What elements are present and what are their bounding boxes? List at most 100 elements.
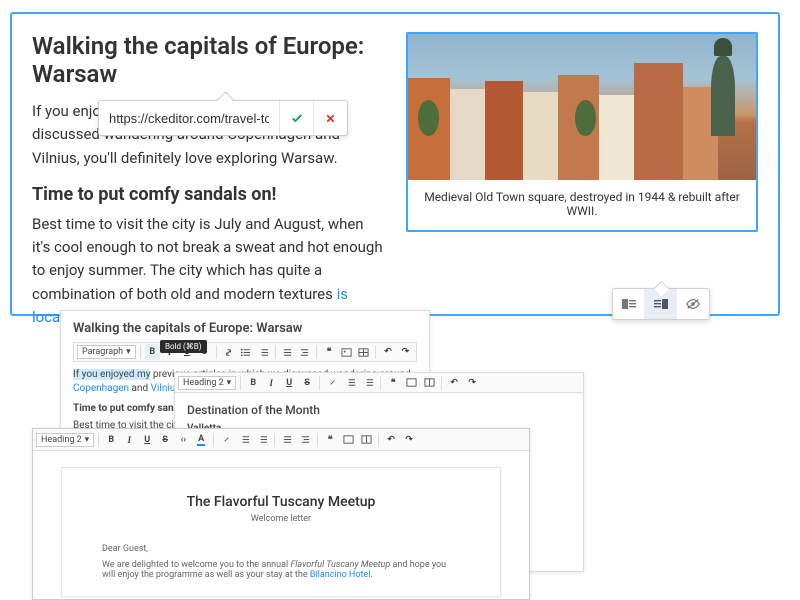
- align-right-icon: [653, 297, 669, 311]
- bold-button[interactable]: B: [103, 432, 119, 448]
- link-icon: [327, 377, 338, 388]
- indent-icon: [300, 434, 311, 445]
- link-balloon: [98, 100, 348, 136]
- image-icon: [343, 434, 354, 445]
- tuscany-title: The Flavorful Tuscany Meetup: [102, 494, 460, 510]
- table-button[interactable]: [358, 432, 374, 448]
- valletta-title: Destination of the Month: [187, 403, 571, 417]
- outdent-button[interactable]: [279, 432, 295, 448]
- image-toolbar: [612, 288, 710, 320]
- table-button[interactable]: [421, 375, 437, 391]
- bilancino-link[interactable]: Bilancino Hotel: [310, 570, 371, 580]
- link-accept-button[interactable]: [279, 101, 313, 135]
- link-url-input[interactable]: [99, 105, 279, 132]
- outdent-icon: [282, 434, 293, 445]
- link-button[interactable]: [324, 375, 340, 391]
- heading-label: Heading 2: [41, 435, 82, 445]
- outdent-button[interactable]: [280, 344, 295, 360]
- outdent-icon: [282, 347, 293, 358]
- image-align-right-button[interactable]: [645, 289, 677, 319]
- link-icon: [223, 347, 234, 358]
- quote-button[interactable]: ❝: [321, 344, 336, 360]
- txt: We are delighted to welcome you to the a…: [102, 560, 290, 570]
- eye-off-icon: [685, 297, 701, 311]
- code-button[interactable]: ‹›: [175, 432, 191, 448]
- tuscany-em: Flavorful Tuscany Meetup: [290, 560, 390, 570]
- chevron-down-icon: ▾: [85, 435, 90, 445]
- undo-button[interactable]: ↶: [383, 432, 399, 448]
- bullet-list-button[interactable]: [238, 344, 253, 360]
- heading-dropdown[interactable]: Paragraph▾: [77, 345, 136, 359]
- numbered-list-button[interactable]: [360, 375, 376, 391]
- image-button[interactable]: [403, 375, 419, 391]
- redo-button[interactable]: ↷: [401, 432, 417, 448]
- bold-button[interactable]: B: [145, 344, 160, 360]
- undo-button[interactable]: ↶: [380, 344, 395, 360]
- close-icon: [324, 112, 337, 125]
- numbered-list-icon: [257, 434, 268, 445]
- heading-dropdown[interactable]: Heading 2▾: [36, 433, 94, 447]
- link-copenhagen[interactable]: Copenhagen: [73, 383, 129, 394]
- bullet-list-icon: [239, 434, 250, 445]
- table-icon: [358, 347, 369, 358]
- link-cancel-button[interactable]: [313, 101, 347, 135]
- indent-button[interactable]: [297, 432, 313, 448]
- image-align-left-button[interactable]: [613, 289, 645, 319]
- underline-button[interactable]: U: [139, 432, 155, 448]
- quote-button[interactable]: ❝: [385, 375, 401, 391]
- figure-caption[interactable]: Medieval Old Town square, destroyed in 1…: [408, 180, 756, 230]
- image-button[interactable]: [339, 344, 354, 360]
- link-icon: [221, 434, 232, 445]
- editor-tuscany: Heading 2▾ B I U S ‹› A ❝ ↶ ↷ The Flavor…: [32, 428, 530, 600]
- image-alt-text-button[interactable]: [677, 289, 709, 319]
- font-color-button[interactable]: A: [193, 432, 209, 448]
- quote-button[interactable]: ❝: [322, 432, 338, 448]
- tuscany-subtitle: Welcome letter: [102, 514, 460, 524]
- undo-button[interactable]: ↶: [446, 375, 462, 391]
- tuscany-document[interactable]: The Flavorful Tuscany Meetup Welcome let…: [61, 467, 501, 597]
- table-button[interactable]: [356, 344, 371, 360]
- strike-button[interactable]: S: [299, 375, 315, 391]
- heading-label: Heading 2: [183, 378, 224, 388]
- redo-button[interactable]: ↷: [464, 375, 480, 391]
- txt: .: [370, 570, 372, 580]
- link-button[interactable]: [218, 432, 234, 448]
- numbered-list-button[interactable]: [256, 344, 271, 360]
- indent-button[interactable]: [297, 344, 312, 360]
- toolbar-warsaw: Paragraph▾ B I U S ❝ ↶ ↷: [73, 342, 417, 362]
- strike-button[interactable]: S: [157, 432, 173, 448]
- highlight-text: If you enjoyed my: [73, 369, 150, 380]
- numbered-list-button[interactable]: [254, 432, 270, 448]
- link-button[interactable]: [221, 344, 236, 360]
- tuscany-para: We are delighted to welcome you to the a…: [102, 560, 460, 580]
- numbered-list-icon: [363, 377, 374, 388]
- image-button[interactable]: [340, 432, 356, 448]
- check-icon: [290, 111, 304, 125]
- toolbar-tuscany: Heading 2▾ B I U S ‹› A ❝ ↶ ↷: [33, 429, 529, 451]
- heading-dropdown[interactable]: Heading 2▾: [178, 376, 236, 390]
- chevron-down-icon: ▾: [126, 347, 131, 357]
- bold-button[interactable]: B: [245, 375, 261, 391]
- bullet-list-icon: [240, 347, 251, 358]
- bullet-list-icon: [345, 377, 356, 388]
- italic-button[interactable]: I: [263, 375, 279, 391]
- image-icon: [341, 347, 352, 358]
- section-heading: Time to put comfy sandals on!: [32, 184, 384, 205]
- sub-title: Walking the capitals of Europe: Warsaw: [73, 321, 417, 336]
- italic-button[interactable]: I: [121, 432, 137, 448]
- tuscany-greeting: Dear Guest,: [102, 544, 460, 554]
- bullet-list-button[interactable]: [342, 375, 358, 391]
- toolbar-valletta: Heading 2▾ B I U S ❝ ↶ ↷: [175, 373, 583, 393]
- bullet-list-button[interactable]: [236, 432, 252, 448]
- underline-button[interactable]: U: [281, 375, 297, 391]
- page-title: Walking the capitals of Europe: Warsaw: [32, 32, 384, 88]
- heading-label: Paragraph: [82, 347, 123, 357]
- redo-button[interactable]: ↷: [398, 344, 413, 360]
- txt: and: [129, 383, 151, 394]
- indent-icon: [299, 347, 310, 358]
- align-left-icon: [621, 297, 637, 311]
- bold-tooltip: Bold (⌘B): [160, 340, 207, 353]
- chevron-down-icon: ▾: [227, 378, 232, 388]
- image-figure[interactable]: Medieval Old Town square, destroyed in 1…: [406, 32, 758, 232]
- numbered-list-icon: [258, 347, 269, 358]
